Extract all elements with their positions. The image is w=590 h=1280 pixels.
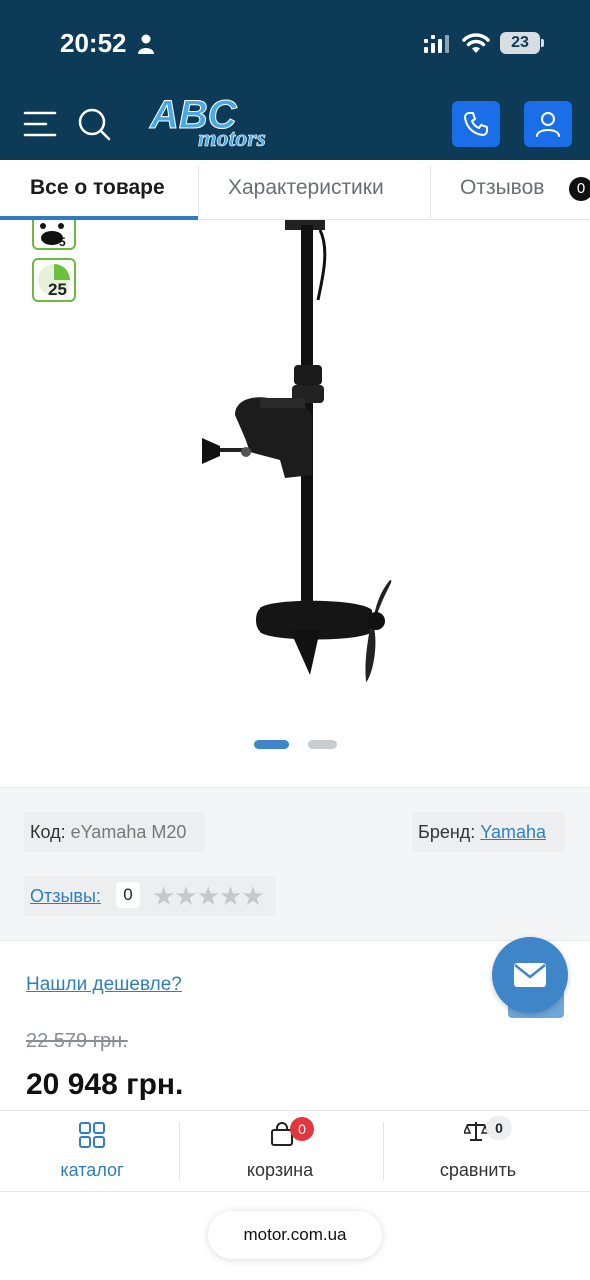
status-time: 20:52 bbox=[60, 28, 127, 58]
paw-icon: 5 bbox=[40, 223, 66, 249]
search-icon[interactable] bbox=[76, 106, 112, 142]
reviews-count-badge: 0 bbox=[569, 177, 590, 201]
tab-all-about-product[interactable]: Все о товаре bbox=[30, 160, 165, 220]
reviews-link[interactable]: Отзывы: bbox=[30, 886, 101, 906]
signal-icon bbox=[424, 35, 449, 53]
gallery-dot[interactable] bbox=[308, 740, 337, 749]
battery-indicator: 23 bbox=[500, 32, 540, 54]
tab-reviews[interactable]: Отзывов bbox=[460, 160, 544, 220]
brand-label: Бренд: bbox=[418, 822, 476, 842]
nav-divider bbox=[179, 1122, 180, 1180]
nav-cart-label: корзина bbox=[246, 1160, 314, 1180]
phone-icon bbox=[464, 112, 488, 136]
nav-catalog-label: каталог bbox=[60, 1160, 124, 1180]
compare-count-badge: 0 bbox=[486, 1116, 512, 1140]
cart-count-badge: 0 bbox=[290, 1117, 314, 1141]
gallery-dot-active[interactable] bbox=[254, 740, 289, 749]
tab-divider bbox=[430, 166, 431, 218]
battery-level: 23 bbox=[511, 34, 529, 51]
nav-cart[interactable]: корзина bbox=[230, 1110, 330, 1192]
current-price: 20 948 грн. bbox=[26, 1068, 184, 1101]
scales-icon bbox=[464, 1122, 488, 1141]
tab-divider bbox=[198, 166, 199, 218]
nav-divider bbox=[383, 1122, 384, 1180]
browser-url-bar[interactable]: motor.com.ua bbox=[208, 1211, 382, 1259]
menu-icon[interactable] bbox=[22, 108, 58, 140]
site-logo[interactable]: ABC motors bbox=[146, 92, 326, 153]
user-icon bbox=[536, 112, 560, 137]
brand-link[interactable]: Yamaha bbox=[480, 822, 546, 842]
product-image bbox=[202, 220, 392, 682]
reviews-count: 0 bbox=[116, 882, 140, 908]
nav-compare[interactable]: сравнить bbox=[418, 1110, 538, 1192]
battery-nub bbox=[541, 39, 544, 47]
account-button[interactable] bbox=[524, 101, 572, 147]
rating-stars[interactable]: ★★★★★ bbox=[152, 882, 265, 910]
grid-icon bbox=[79, 1122, 105, 1148]
code-label: Код: bbox=[30, 822, 66, 842]
nav-compare-label: сравнить bbox=[439, 1160, 517, 1180]
badge-value: 25 bbox=[48, 280, 67, 299]
mail-icon bbox=[514, 963, 546, 987]
call-button[interactable] bbox=[452, 101, 500, 147]
product-code: Код: eYamaha M20 bbox=[24, 812, 206, 852]
nav-catalog[interactable]: каталог bbox=[42, 1110, 142, 1192]
found-cheaper-link[interactable]: Нашли дешевле? bbox=[26, 974, 182, 996]
contact-mail-button[interactable] bbox=[492, 937, 568, 1013]
tab-characteristics[interactable]: Характеристики bbox=[228, 160, 384, 220]
feature-badge-25: 25 bbox=[32, 258, 76, 302]
svg-text:5: 5 bbox=[59, 235, 66, 248]
old-price: 22 579 грн. bbox=[26, 1030, 128, 1052]
wifi-icon bbox=[462, 33, 490, 53]
product-brand: Бренд: Yamaha bbox=[412, 812, 566, 852]
feature-badge-paw: 5 bbox=[32, 220, 76, 250]
code-value: eYamaha M20 bbox=[70, 822, 187, 842]
logo-sub-text: motors bbox=[198, 126, 266, 152]
person-icon bbox=[138, 34, 154, 54]
